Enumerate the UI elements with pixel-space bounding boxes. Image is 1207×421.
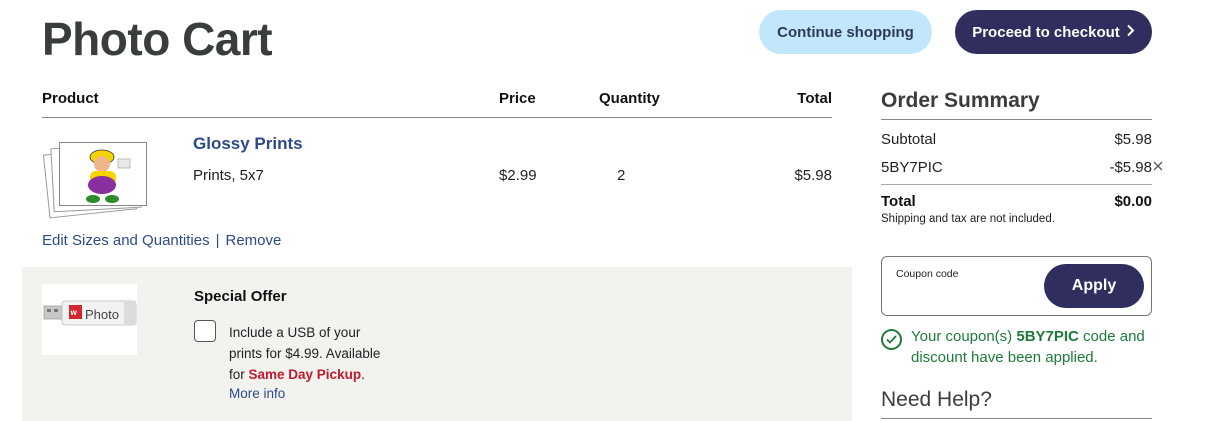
usb-logo-mark: w	[70, 308, 78, 317]
link-separator: |	[215, 232, 220, 249]
apply-label: Apply	[1071, 277, 1117, 294]
offer-text-end: .	[361, 367, 365, 382]
item-quantity: 2	[617, 167, 626, 184]
subtotal-value: $5.98	[1114, 131, 1152, 148]
summary-total-divider	[881, 184, 1152, 185]
help-divider	[881, 418, 1152, 419]
coupon-message-start: Your coupon(s)	[911, 328, 1017, 345]
check-circle-icon	[881, 329, 902, 350]
coupon-form: Coupon code Apply	[881, 256, 1152, 316]
proceed-to-checkout-button[interactable]: Proceed to checkout	[955, 10, 1152, 54]
page-title: Photo Cart	[42, 13, 273, 65]
product-thumbnail[interactable]	[42, 138, 156, 219]
summary-divider	[881, 119, 1152, 120]
total-label: Total	[881, 193, 916, 210]
checkout-label: Proceed to checkout	[972, 23, 1120, 41]
coupon-code-label: Coupon code	[896, 268, 959, 280]
order-summary-title: Order Summary	[881, 89, 1040, 112]
total-value: $0.00	[1114, 193, 1152, 210]
need-help-title: Need Help?	[881, 388, 992, 411]
coupon-discount-value: -$5.98	[1109, 159, 1152, 176]
subtotal-label: Subtotal	[881, 131, 937, 148]
more-info-link[interactable]: More info	[229, 386, 285, 401]
item-actions: Edit Sizes and Quantities | Remove	[42, 232, 281, 249]
item-total: $5.98	[794, 167, 832, 184]
column-header-price: Price	[499, 90, 536, 107]
usb-brand-text: Photo	[85, 307, 119, 322]
product-variant: Prints, 5x7	[193, 167, 264, 184]
product-name-link[interactable]: Glossy Prints	[193, 134, 303, 154]
usb-offer-checkbox[interactable]	[194, 320, 216, 342]
shipping-tax-note: Shipping and tax are not included.	[881, 213, 1055, 225]
column-header-product: Product	[42, 90, 99, 107]
item-price: $2.99	[499, 167, 537, 184]
same-day-pickup-highlight: Same Day Pickup	[248, 367, 362, 382]
character-photo-image	[86, 149, 131, 203]
edit-sizes-link[interactable]: Edit Sizes and Quantities	[42, 232, 210, 249]
coupon-message-code: 5BY7PIC	[1016, 328, 1079, 345]
print-card-front	[59, 142, 147, 206]
apply-coupon-button[interactable]: Apply	[1044, 264, 1144, 308]
usb-product-image: w Photo	[42, 284, 137, 355]
coupon-success-message: Your coupon(s) 5BY7PIC code and discount…	[911, 326, 1151, 368]
close-icon[interactable]	[1153, 158, 1163, 176]
column-header-quantity: Quantity	[599, 90, 660, 107]
table-header-divider	[42, 117, 832, 118]
column-header-total: Total	[797, 90, 832, 107]
remove-item-link[interactable]: Remove	[226, 232, 282, 249]
chevron-right-icon	[1126, 24, 1135, 41]
applied-coupon-code: 5BY7PIC	[881, 159, 943, 176]
coupon-code-input[interactable]	[894, 285, 1039, 307]
continue-shopping-label: Continue shopping	[777, 23, 914, 41]
special-offer-title: Special Offer	[194, 288, 287, 305]
special-offer-panel: w Photo Special Offer Include a USB of y…	[22, 267, 852, 421]
special-offer-description: Include a USB of your prints for $4.99. …	[229, 322, 389, 385]
continue-shopping-button[interactable]: Continue shopping	[759, 10, 932, 54]
